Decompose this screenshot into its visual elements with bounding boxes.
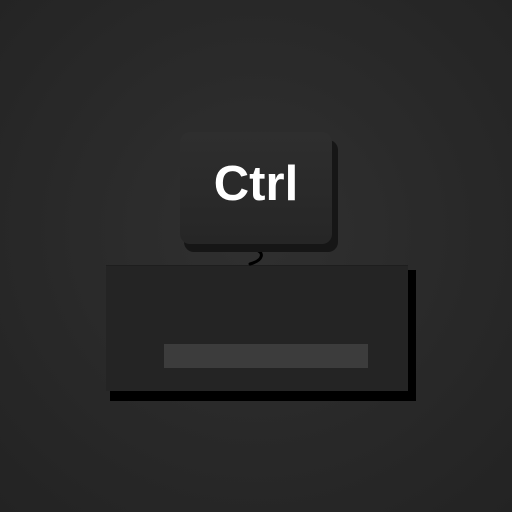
spacebar-icon <box>164 344 368 368</box>
key-label: Ctrl <box>213 157 299 211</box>
ctrl-key-icon: Ctrl <box>180 132 338 252</box>
keyboard-body <box>106 265 408 391</box>
keycap-face: Ctrl <box>180 132 332 244</box>
